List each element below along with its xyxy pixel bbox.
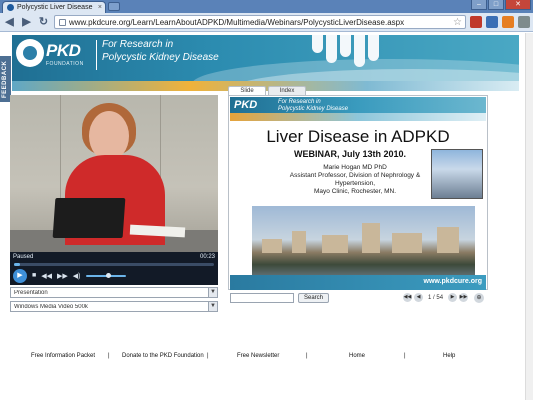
new-tab-button[interactable]: [108, 2, 120, 11]
page-icon: [59, 18, 66, 26]
last-slide-button[interactable]: ▶▶: [459, 293, 469, 302]
building-photo: [431, 149, 483, 199]
footer-separator: |: [306, 353, 308, 359]
banner-divider: [96, 40, 97, 70]
seek-bar[interactable]: [14, 263, 214, 266]
first-slide-button[interactable]: ◀◀: [403, 293, 413, 302]
pkd-favicon-icon: [7, 4, 14, 11]
slide-speaker: Marie Hogan MD PhD Assistant Professor, …: [270, 164, 440, 196]
stop-button[interactable]: ■: [32, 272, 36, 279]
window-controls: – □ ✕: [471, 0, 531, 10]
format-select[interactable]: Windows Media Video 500k ▼: [10, 301, 218, 312]
banner-tagline-1: For Research in: [102, 39, 174, 50]
video-controls-bar: Paused 00:23 ▶ ■ ◀◀ ▶▶ ◀): [10, 252, 218, 285]
speaker-name: Marie Hogan MD PhD: [323, 164, 387, 171]
slide-footer-url: www.pkdcure.org: [423, 278, 482, 285]
slide-tagline-2: Polycystic Kidney Disease: [278, 106, 349, 112]
playback-time: 00:23: [199, 253, 215, 260]
wrench-menu-icon[interactable]: [518, 16, 530, 28]
slide-subtitle: WEBINAR, July 13th 2010.: [293, 149, 407, 159]
tab-title: Polycystic Liver Disease: [17, 4, 93, 11]
slide-image: PKD For Research in Polycystic Kidney Di…: [230, 97, 486, 290]
previous-button[interactable]: ◀◀: [41, 272, 52, 280]
speaker-title: Assistant Professor, Division of Nephrol…: [289, 172, 421, 179]
volume-knob[interactable]: [105, 272, 111, 278]
footer-separator: |: [404, 353, 406, 359]
footer-separator: |: [108, 353, 110, 359]
forward-button[interactable]: ▶: [20, 16, 33, 29]
browser-toolbar: ◀ ▶ ↻ www.pkdcure.org/Learn/LearnAboutAD…: [0, 13, 533, 32]
format-select-value: Windows Media Video 500k: [14, 303, 88, 310]
video-player[interactable]: [10, 95, 218, 263]
play-button[interactable]: ▶: [13, 268, 27, 283]
volume-slider[interactable]: [85, 272, 126, 278]
chevron-down-icon[interactable]: ▼: [208, 288, 217, 297]
footer-link-donate[interactable]: Donate to the PKD Foundation: [122, 353, 204, 359]
page-indicator: 1 / 54: [428, 294, 444, 301]
slide-logo: PKD: [234, 99, 258, 111]
minimize-button[interactable]: –: [471, 0, 487, 10]
footer-link-newsletter[interactable]: Free Newsletter: [237, 353, 279, 359]
browser-tab[interactable]: Polycystic Liver Disease ×: [2, 1, 106, 13]
slide-header: PKD For Research in Polycystic Kidney Di…: [230, 97, 486, 121]
browser-tab-bar: Polycystic Liver Disease × – □ ✕: [0, 0, 533, 13]
back-button[interactable]: ◀: [3, 16, 16, 29]
pkd-logo-mark[interactable]: [16, 39, 44, 67]
footer-link-home[interactable]: Home: [349, 353, 365, 359]
reload-button[interactable]: ↻: [37, 16, 50, 29]
speaker-dept: Hypertension,: [334, 180, 376, 187]
slide-controls: Search ◀◀ ◀ 1 / 54 ▶ ▶▶ ⊕: [228, 291, 488, 304]
extension-icon-1[interactable]: [470, 16, 482, 28]
footer-links: Free Information Packet | Donate to the …: [0, 353, 533, 363]
prev-slide-button[interactable]: ◀: [414, 293, 424, 302]
presentation-select[interactable]: Presentation ▼: [10, 287, 218, 298]
tab-close-icon[interactable]: ×: [98, 4, 102, 11]
search-button[interactable]: Search: [298, 292, 330, 303]
tab-index[interactable]: Index: [268, 86, 306, 95]
presentation-select-value: Presentation: [14, 289, 48, 296]
maximize-button[interactable]: □: [488, 0, 504, 10]
pkd-logo-subtext: FOUNDATION: [46, 61, 84, 67]
page-scrollbar[interactable]: [525, 33, 533, 400]
presenter-laptop: [52, 198, 126, 238]
footer-link-help[interactable]: Help: [443, 353, 455, 359]
close-window-button[interactable]: ✕: [505, 0, 531, 10]
pkd-logo-text[interactable]: PKD: [46, 41, 81, 61]
slide-tagline-1: For Research in: [278, 99, 321, 105]
skyline-photo: [252, 206, 475, 281]
presenter-face: [89, 111, 129, 161]
slide-viewer: PKD For Research in Polycystic Kidney Di…: [228, 95, 488, 290]
slide-search-input[interactable]: [230, 292, 294, 303]
seek-progress: [14, 263, 20, 266]
playback-status: Paused: [13, 253, 34, 260]
bookmark-star-icon[interactable]: ☆: [453, 17, 462, 28]
mute-icon[interactable]: ◀): [73, 272, 81, 280]
footer-link-info-packet[interactable]: Free Information Packet: [31, 353, 95, 359]
url-text: www.pkdcure.org/Learn/LearnAboutADPKD/Mu…: [69, 17, 405, 27]
slide-footer: www.pkdcure.org: [230, 275, 486, 290]
footer-separator: |: [207, 353, 209, 359]
slide-tabs: Slide Index: [228, 86, 306, 95]
next-button[interactable]: ▶▶: [57, 272, 68, 280]
zoom-icon[interactable]: ⊕: [474, 292, 484, 303]
banner-tagline-2: Polycystic Kidney Disease: [102, 52, 219, 63]
speaker-location: Mayo Clinic, Rochester, MN.: [314, 188, 396, 195]
chevron-down-icon[interactable]: ▼: [208, 302, 217, 311]
address-bar[interactable]: www.pkdcure.org/Learn/LearnAboutADPKD/Mu…: [54, 15, 466, 29]
next-slide-button[interactable]: ▶: [448, 293, 458, 302]
tab-slide[interactable]: Slide: [228, 86, 266, 95]
slide-title: Liver Disease in ADPKD: [266, 127, 450, 146]
slide-pager: ◀◀ ◀ 1 / 54 ▶ ▶▶: [403, 293, 469, 302]
extension-icon-2[interactable]: [486, 16, 498, 28]
extension-icon-3[interactable]: [502, 16, 514, 28]
site-banner: PKD FOUNDATION For Research in Polycysti…: [12, 35, 519, 81]
